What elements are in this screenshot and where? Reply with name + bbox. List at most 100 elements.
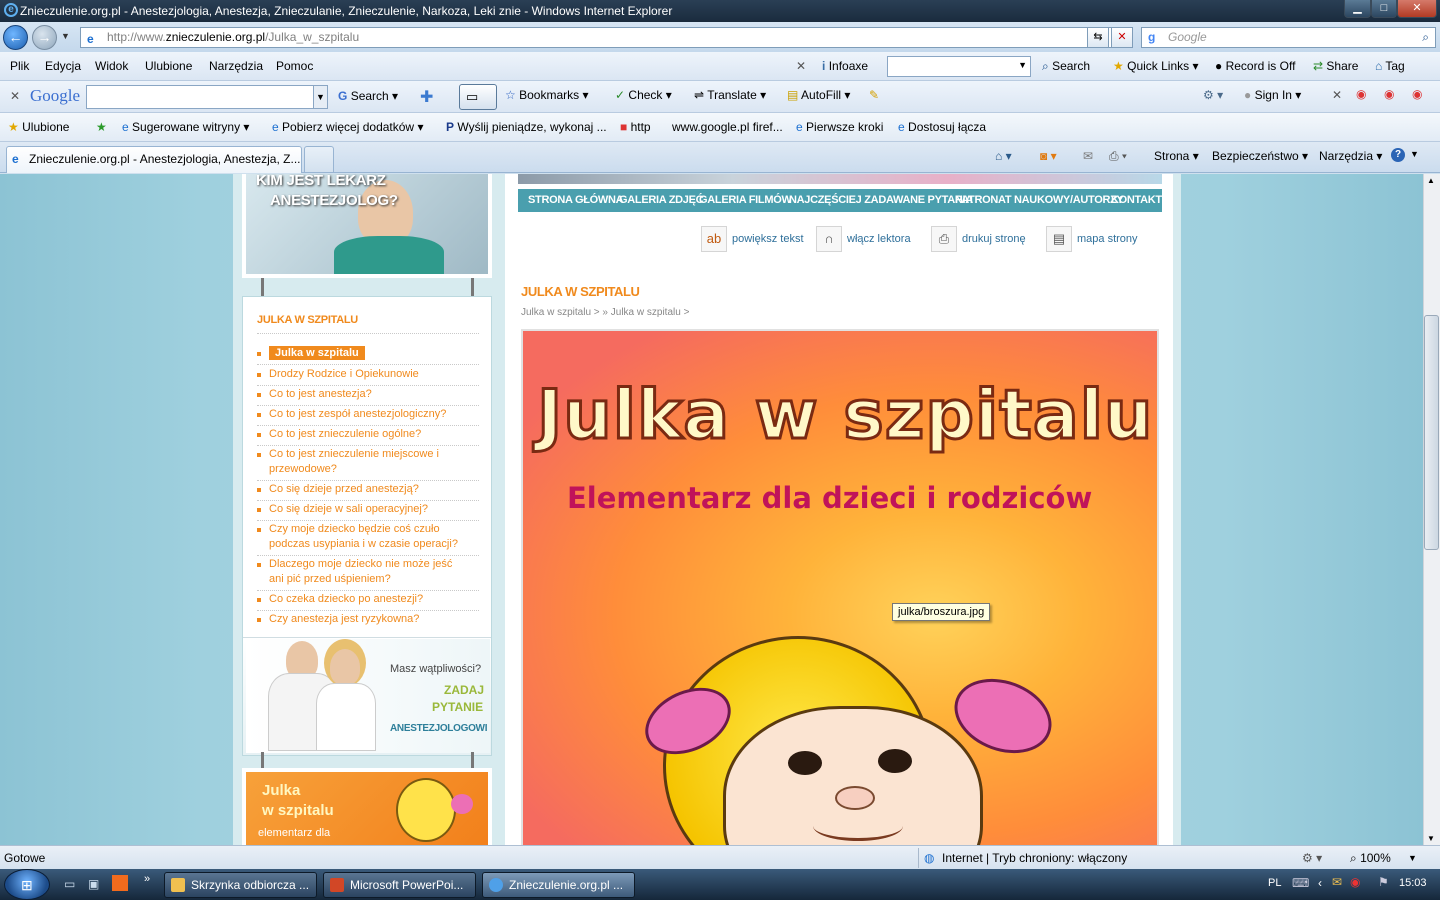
scroll-down-icon[interactable]: ▼ [1427, 834, 1435, 843]
print-page-tool[interactable]: ⎙ drukuj stronę [931, 226, 1026, 252]
brochure-image[interactable]: Julka w szpitalu Elementarz dla dzieci i… [521, 329, 1159, 845]
menu-edycja[interactable]: Edycja [45, 59, 81, 73]
translate-button[interactable]: ⇌ Translate ▾ [694, 88, 766, 102]
task-mail[interactable]: Skrzynka odbiorcza ... [164, 872, 317, 898]
clock[interactable]: 15:03 [1399, 877, 1427, 889]
add-favorite-icon[interactable]: ★ [96, 120, 107, 134]
search-box[interactable]: g Google ⌕ [1141, 27, 1436, 48]
minimize-button[interactable]: ▁ [1344, 0, 1371, 18]
infoaxe-close-icon[interactable]: ✕ [796, 59, 806, 73]
switch-windows-icon[interactable]: ▣ [88, 877, 99, 891]
protected-mode-icon[interactable]: ⚙ ▾ [1302, 846, 1322, 870]
compatibility-icon[interactable]: ⇆ [1087, 27, 1109, 48]
close-button[interactable]: ✕ [1397, 0, 1437, 18]
fav-sugerowane[interactable]: e Sugerowane witryny ▾ [122, 120, 249, 134]
task-powerpoint[interactable]: Microsoft PowerPoi... [323, 872, 476, 898]
share-button[interactable]: ⇄ Share [1313, 59, 1358, 73]
forward-button[interactable]: → [32, 25, 57, 50]
reader-tool[interactable]: ∩ włącz lektora [816, 226, 911, 252]
side-item-team[interactable]: Co to jest zespół anestezjologiczny? [257, 407, 479, 426]
address-bar[interactable]: e http://www.znieczulenie.org.pl/Julka_w… [80, 27, 1112, 48]
zoom-dropdown-icon[interactable]: ▼ [1408, 846, 1417, 870]
back-button[interactable]: ← [3, 25, 28, 50]
side-item-general[interactable]: Co to jest znieczulenie ogólne? [257, 427, 479, 446]
addon-icon-2[interactable]: ◉ [1384, 87, 1394, 101]
nav-faq[interactable]: NAJCZĘŚCIEJ ZADAWANE PYTANIA [789, 194, 973, 206]
tools-menu[interactable]: Narzędzia ▾ [1319, 149, 1382, 163]
home-icon[interactable]: ⌂ ▾ [995, 149, 1012, 163]
nav-patronage[interactable]: PATRONAT NAUKOWY/AUTORZY [955, 194, 1124, 206]
menu-pomoc[interactable]: Pomoc [276, 59, 313, 73]
google-search-button[interactable]: G Search ▾ [338, 89, 398, 103]
page-menu[interactable]: Strona ▾ [1154, 149, 1199, 163]
toolbar2-close-icon[interactable]: ✕ [1332, 88, 1342, 102]
fav-paypal[interactable]: P Wyślij pieniądze, wykonaj ... [446, 120, 607, 134]
orange-app-icon[interactable] [112, 875, 128, 891]
task-ie[interactable]: Znieczulenie.org.pl ... [482, 872, 635, 898]
zoom-control[interactable]: ⌕ 100% [1350, 846, 1391, 870]
sign-in-button[interactable]: ● Sign In ▾ [1244, 88, 1301, 102]
menu-widok[interactable]: Widok [95, 59, 128, 73]
search-magnifier-icon[interactable]: ⌕ [1422, 28, 1429, 47]
tray-antivirus-icon[interactable]: ◉ [1350, 875, 1360, 889]
tag-button[interactable]: ⌂ Tag [1375, 59, 1405, 73]
maximize-button[interactable]: □ [1371, 0, 1397, 18]
nav-contact[interactable]: KONTAKT [1111, 194, 1162, 206]
infoaxe-dropdown-icon[interactable]: ▼ [1018, 60, 1027, 70]
side-item-eat[interactable]: Dlaczego moje dziecko nie może jeść ani … [257, 557, 479, 591]
security-zone[interactable]: Internet | Tryb chroniony: włączony [942, 846, 1127, 870]
google-toolbar-close-icon[interactable]: ✕ [10, 89, 20, 103]
addon-icon-3[interactable]: ◉ [1412, 87, 1422, 101]
popup-blocker-button[interactable]: ▭ [459, 84, 497, 110]
highlighter-icon[interactable]: ✎ [869, 88, 879, 102]
tray-flag-icon[interactable]: ⚑ [1378, 875, 1389, 889]
history-dropdown-icon[interactable]: ▼ [61, 31, 70, 41]
side-item-risk[interactable]: Czy anestezja jest ryzykowna? [257, 612, 479, 631]
side-item-before[interactable]: Co się dzieje przed anestezją? [257, 482, 479, 501]
side-item-local[interactable]: Co to jest znieczulenie miejscowe i prze… [257, 447, 479, 481]
help-dropdown-icon[interactable]: ▼ [1410, 149, 1419, 159]
nav-photo-gallery[interactable]: GALERIA ZDJĘĆ [619, 194, 704, 206]
nav-video-gallery[interactable]: GALERIA FILMÓW [699, 194, 792, 206]
promo-anesthesiologist[interactable]: KIM JEST LEKARZ ANESTEZJOLOG? [242, 174, 492, 278]
google-search-input[interactable]: ▼ [86, 85, 328, 109]
wrench-icon[interactable]: ⚙ ▾ [1203, 88, 1223, 102]
side-item-julka[interactable]: Julka w szpitalu [257, 346, 479, 365]
google-input-dropdown-icon[interactable]: ▼ [313, 86, 327, 108]
language-indicator[interactable]: PL [1268, 877, 1281, 889]
fav-pierwsze-kroki[interactable]: e Pierwsze kroki [796, 120, 883, 134]
scroll-up-icon[interactable]: ▲ [1427, 176, 1435, 185]
favorites-button[interactable]: ★ Ulubione [8, 120, 69, 134]
show-desktop-icon[interactable]: ▭ [64, 877, 75, 891]
quicklaunch-more-icon[interactable]: » [144, 873, 150, 885]
plus-icon[interactable]: ✚ [420, 87, 433, 107]
keyboard-icon[interactable]: ⌨ [1292, 876, 1309, 890]
menu-plik[interactable]: Plik [10, 59, 29, 73]
help-icon[interactable]: ? [1391, 148, 1405, 162]
print-icon[interactable]: ⎙ ▾ [1109, 149, 1127, 164]
start-button[interactable]: ⊞ [4, 869, 50, 900]
fav-pobierz[interactable]: e Pobierz więcej dodatków ▾ [272, 120, 423, 134]
side-item-anesthesia[interactable]: Co to jest anestezja? [257, 387, 479, 406]
infoaxe-search-button[interactable]: ⌕ Search [1042, 59, 1090, 74]
addon-icon-1[interactable]: ◉ [1356, 87, 1366, 101]
enlarge-text-tool[interactable]: ab powiększ tekst [701, 226, 804, 252]
quick-links-button[interactable]: ★ Quick Links ▾ [1113, 59, 1199, 73]
stop-icon[interactable]: ✕ [1111, 27, 1133, 48]
sitemap-tool[interactable]: ▤ mapa strony [1046, 226, 1138, 252]
safety-menu[interactable]: Bezpieczeństwo ▾ [1212, 149, 1308, 163]
check-button[interactable]: ✓ Check ▾ [615, 88, 672, 102]
nav-home[interactable]: STRONA GŁÓWNA [528, 194, 624, 206]
menu-narzedzia[interactable]: Narzędzia [209, 59, 263, 73]
feeds-icon[interactable]: ◙ ▾ [1040, 149, 1057, 163]
side-item-feel[interactable]: Czy moje dziecko będzie coś czuło podcza… [257, 522, 479, 556]
ask-question-promo[interactable]: Masz wątpliwości? ZADAJ PYTANIE ANESTEZJ… [246, 639, 490, 753]
promo-julka[interactable]: Julka w szpitalu elementarz dla [242, 768, 492, 845]
menu-ulubione[interactable]: Ulubione [145, 59, 192, 73]
fav-google-firefox[interactable]: www.google.pl firef... [672, 120, 783, 134]
infoaxe-input[interactable]: ▼ [887, 56, 1031, 77]
bookmarks-button[interactable]: ☆ Bookmarks ▾ [505, 88, 589, 102]
side-item-after[interactable]: Co czeka dziecko po anestezji? [257, 592, 479, 611]
breadcrumb[interactable]: Julka w szpitalu > » Julka w szpitalu > [521, 307, 689, 318]
scrollbar-thumb[interactable] [1424, 315, 1439, 550]
